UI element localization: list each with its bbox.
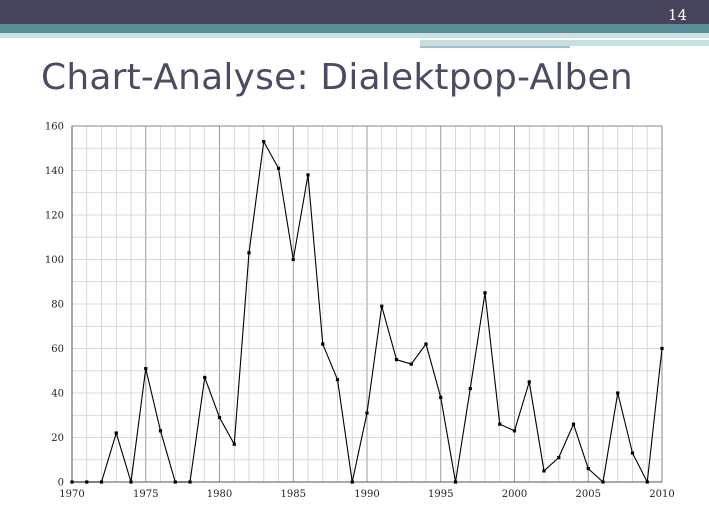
- y-axis-tick-labels: 0 20 40 60 80 100 120 140 160: [45, 122, 64, 489]
- y-tick-label: 100: [45, 255, 64, 266]
- data-point-marker: [601, 480, 605, 484]
- data-point-marker: [70, 480, 74, 484]
- x-tick-label: 1980: [207, 489, 232, 500]
- data-point-marker: [424, 342, 428, 346]
- y-tick-label: 140: [45, 166, 64, 177]
- data-point-marker: [188, 480, 192, 484]
- data-point-marker: [350, 480, 354, 484]
- data-point-marker: [380, 304, 384, 308]
- data-point-marker: [114, 431, 118, 435]
- data-point-marker: [129, 480, 133, 484]
- data-point-marker: [276, 166, 281, 170]
- data-point-marker: [660, 346, 664, 351]
- x-tick-label: 2010: [649, 489, 674, 500]
- data-point-marker: [99, 480, 104, 484]
- data-point-marker: [512, 429, 517, 433]
- data-point-marker: [158, 429, 163, 433]
- data-point-marker: [409, 362, 413, 366]
- x-tick-label: 2000: [502, 489, 527, 500]
- data-point-marker: [616, 391, 620, 395]
- x-tick-label: 2005: [576, 489, 601, 500]
- y-tick-label: 80: [51, 300, 64, 311]
- x-tick-label: 1970: [59, 489, 84, 500]
- data-point-marker: [306, 173, 310, 177]
- data-point-marker: [571, 422, 576, 426]
- y-tick-label: 120: [45, 211, 64, 222]
- x-axis-tick-labels: 1970 1975 1980 1985 1990 1995 2000 2005 2010: [59, 489, 674, 500]
- y-tick-label: 40: [51, 389, 64, 400]
- data-point-marker: [262, 139, 266, 144]
- data-point-marker: [85, 480, 89, 484]
- data-point-marker: [144, 366, 148, 371]
- data-point-marker: [527, 380, 531, 384]
- x-tick-label: 1985: [281, 489, 306, 500]
- y-tick-label: 160: [45, 122, 64, 133]
- data-point-marker: [291, 257, 295, 262]
- data-point-marker: [365, 411, 369, 415]
- data-point-marker: [394, 358, 399, 362]
- data-point-marker: [498, 422, 502, 426]
- line-chart: 1970 1975 1980 1985 1990 1995 2000 2005 2010 0 20…: [45, 122, 675, 501]
- data-point-marker: [203, 375, 207, 380]
- data-point-marker: [217, 415, 222, 420]
- data-point-marker: [173, 480, 177, 484]
- x-tick-label: 1975: [133, 489, 158, 500]
- data-point-marker: [468, 386, 472, 391]
- y-tick-label: 60: [51, 344, 64, 355]
- data-point-marker: [439, 395, 443, 400]
- data-point-marker: [232, 442, 236, 446]
- y-tick-label: 0: [58, 478, 64, 489]
- data-point-marker: [645, 480, 649, 484]
- x-tick-label: 1990: [354, 489, 379, 500]
- data-point-marker: [247, 251, 251, 255]
- data-point-marker: [542, 469, 546, 473]
- data-point-marker: [630, 451, 635, 455]
- data-point-marker: [586, 467, 590, 471]
- data-point-marker: [557, 455, 561, 460]
- data-point-marker: [453, 480, 458, 484]
- x-tick-label: 1995: [428, 489, 453, 500]
- y-tick-label: 20: [51, 433, 64, 444]
- data-point-marker: [335, 378, 340, 382]
- data-point-marker: [483, 291, 487, 295]
- data-point-marker: [321, 342, 325, 346]
